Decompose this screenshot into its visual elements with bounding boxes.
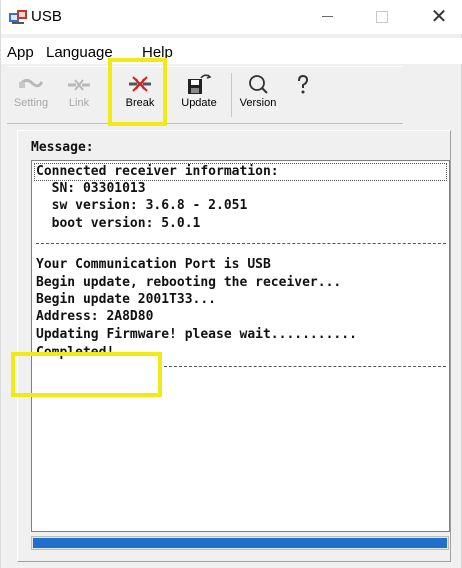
separator-line [36, 243, 446, 244]
minimize-button[interactable] [304, 0, 350, 34]
minimize-icon [321, 16, 333, 18]
log-line: boot version: 5.0.1 [36, 216, 201, 231]
completed-highlight-box [11, 352, 162, 397]
help-question-icon [298, 74, 309, 94]
log-line: Begin update 2001T33... [36, 292, 217, 307]
update-label: Update [181, 97, 217, 109]
log-line: Updating Firmware! please wait..........… [36, 327, 357, 342]
title-bar[interactable]: USB ✕ [1, 0, 462, 34]
toolbar-separator [231, 73, 232, 117]
window-title: USB [31, 8, 62, 25]
setting-label: Setting [13, 97, 49, 109]
log-line: Address: 2A8D80 [36, 309, 154, 324]
app-window: USB ✕ App Language Help Setting Link Bre… [0, 0, 462, 568]
link-label: Link [68, 97, 90, 109]
cable-icon [18, 78, 44, 88]
log-line: SN: 03301013 [36, 181, 146, 196]
magnifier-icon [249, 75, 268, 94]
log-line: sw version: 3.6.8 - 2.051 [36, 198, 248, 213]
save-update-icon [188, 74, 212, 94]
menu-language[interactable]: Language [46, 44, 113, 61]
menu-app[interactable]: App [7, 44, 34, 61]
toolbar: Setting Link Break Update Version [7, 66, 403, 124]
app-icon [9, 10, 27, 24]
close-icon: ✕ [430, 6, 448, 28]
progress-fill [33, 538, 447, 548]
message-label: Message: [31, 140, 94, 155]
break-highlight-box [108, 58, 167, 126]
maximize-icon [376, 10, 388, 23]
menu-bar: App Language Help [1, 38, 462, 64]
log-line: Your Communication Port is USB [36, 257, 271, 272]
link-button[interactable]: Link [63, 67, 95, 121]
version-button[interactable]: Version [235, 67, 281, 121]
message-log[interactable]: Connected receiver information: SN: 0330… [31, 160, 450, 532]
update-button[interactable]: Update [177, 67, 221, 121]
setting-button[interactable]: Setting [11, 67, 51, 121]
close-button[interactable]: ✕ [416, 0, 462, 34]
separator-line [164, 366, 446, 367]
link-icon [68, 79, 90, 91]
progress-bar [31, 536, 449, 550]
maximize-button[interactable] [359, 0, 405, 34]
log-line: Begin update, rebooting the receiver... [36, 275, 342, 290]
log-line: Connected receiver information: [36, 164, 279, 179]
help-button[interactable] [289, 67, 317, 121]
version-label: Version [239, 97, 277, 109]
